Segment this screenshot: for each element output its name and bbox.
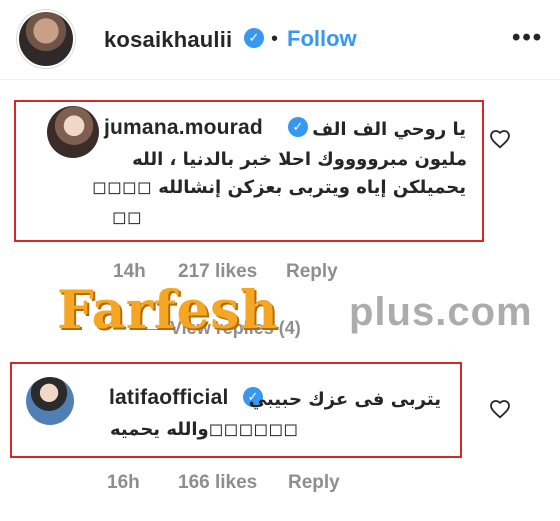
avatar[interactable] bbox=[26, 377, 74, 425]
comment-username[interactable]: jumana.mourad bbox=[104, 116, 263, 140]
comment-likes-count[interactable]: 166 likes bbox=[178, 472, 257, 494]
post-author-username[interactable]: kosaikhaulii bbox=[104, 27, 232, 53]
comment-text-line: والله يحميه◻◻◻◻◻◻ bbox=[110, 419, 299, 440]
comment-text-line: يحميلكن إياه ويتربى بعزكن إنشالله ◻◻◻◻ bbox=[92, 177, 466, 198]
avatar[interactable] bbox=[17, 10, 75, 68]
verified-badge-icon: ✓ bbox=[244, 28, 264, 48]
reply-button[interactable]: Reply bbox=[288, 472, 340, 494]
verified-badge-icon: ✓ bbox=[288, 117, 308, 137]
heart-outline-icon[interactable] bbox=[488, 397, 512, 421]
heart-outline-icon[interactable] bbox=[488, 127, 512, 151]
comment-text-line: يا روحي الف الف bbox=[312, 119, 466, 140]
watermark-brand: Farfesh bbox=[57, 280, 279, 341]
header-separator: • bbox=[271, 28, 279, 50]
watermark: Farfesh plus.com bbox=[57, 280, 532, 350]
more-options-icon[interactable]: ••• bbox=[512, 24, 543, 52]
comment-text-line: مليون مبرووووك احلا خبر بالدنيا ، الله bbox=[132, 149, 467, 170]
watermark-domain: plus.com bbox=[349, 290, 533, 334]
comment-text-line: يتربى فى عزك حبيبي bbox=[248, 389, 441, 410]
comment-username[interactable]: latifaofficial bbox=[109, 386, 229, 410]
comment-timestamp: 16h bbox=[107, 472, 140, 493]
avatar[interactable] bbox=[47, 106, 99, 158]
comment-text-line: ◻◻ bbox=[112, 207, 142, 228]
post-header: kosaikhaulii ✓ • Follow ••• bbox=[0, 0, 560, 80]
follow-button[interactable]: Follow bbox=[287, 26, 357, 52]
